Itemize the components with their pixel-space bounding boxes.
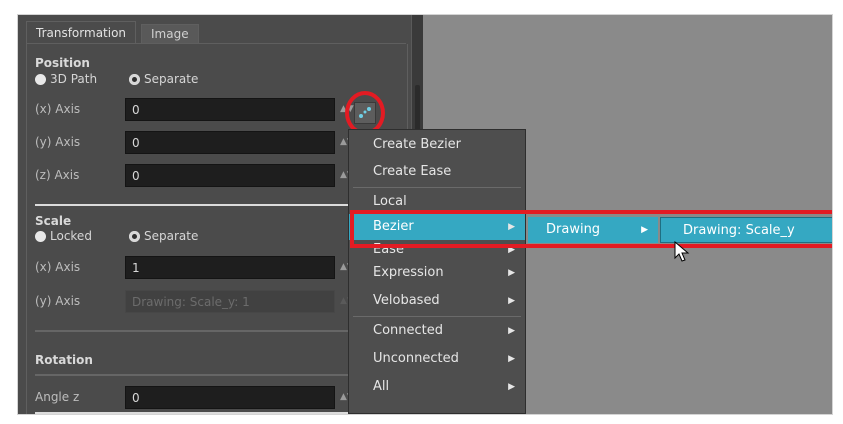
menu-item-create-ease[interactable]: Create Ease [349, 159, 525, 185]
submenu-arrow-icon: ▶ [508, 326, 515, 336]
menu-item-local[interactable]: Local [349, 189, 525, 211]
scale-y-field: Drawing: Scale_y: 1 [125, 290, 335, 313]
position-x-field[interactable]: 0 [125, 98, 335, 121]
menu-item-label: Create Bezier [373, 137, 462, 152]
position-y-label: (y) Axis [35, 135, 81, 149]
position-x-label: (x) Axis [35, 102, 81, 116]
rotation-angle-field[interactable]: 0 [125, 386, 335, 409]
menu-item-label: Create Ease [373, 164, 452, 179]
rotation-angle-label: Angle z [35, 390, 80, 404]
scale-y-label: (y) Axis [35, 294, 81, 308]
radio-3d-path-label: 3D Path [50, 72, 98, 86]
menu-item-label: All [373, 379, 390, 394]
scale-x-label: (x) Axis [35, 260, 81, 274]
menu-separator [353, 316, 521, 317]
annotation-red-box [350, 210, 832, 248]
submenu-arrow-icon: ▶ [508, 354, 515, 364]
menu-separator [353, 187, 521, 188]
screenshot-frame: Transformation Image Position 3D Path Se… [17, 14, 833, 415]
menu-item-expression[interactable]: Expression ▶ [349, 260, 525, 286]
position-z-field[interactable]: 0 [125, 164, 335, 187]
menu-item-label: Expression [373, 265, 444, 280]
scale-x-field[interactable]: 1 [125, 256, 335, 279]
tab-image[interactable]: Image [141, 24, 199, 44]
radio-separate-label: Separate [144, 72, 199, 86]
menu-item-velobased[interactable]: Velobased ▶ [349, 288, 525, 314]
mouse-pointer-icon [674, 241, 690, 262]
radio-3d-path[interactable]: 3D Path [35, 72, 97, 86]
radio-selected-icon [129, 74, 140, 85]
position-z-label: (z) Axis [35, 168, 80, 182]
submenu-arrow-icon: ▶ [508, 296, 515, 306]
radio-separate-position[interactable]: Separate [129, 72, 198, 86]
tab-transformation[interactable]: Transformation [26, 21, 137, 44]
radio-separate-label: Separate [144, 229, 199, 243]
radio-separate-scale[interactable]: Separate [129, 229, 198, 243]
radio-dot-icon [35, 231, 46, 242]
radio-locked[interactable]: Locked [35, 229, 92, 243]
radio-dot-icon [35, 74, 46, 85]
radio-selected-icon [129, 231, 140, 242]
submenu-arrow-icon: ▶ [508, 382, 515, 392]
menu-item-all[interactable]: All ▶ [349, 374, 525, 400]
radio-locked-label: Locked [50, 229, 92, 243]
submenu-arrow-icon: ▶ [508, 268, 515, 278]
menu-item-connected[interactable]: Connected ▶ [349, 318, 525, 344]
menu-item-label: Connected [373, 323, 444, 338]
scale-title: Scale [35, 214, 72, 228]
menu-item-label: Velobased [373, 293, 440, 308]
menu-item-create-bezier[interactable]: Create Bezier [349, 132, 525, 158]
menu-item-unconnected[interactable]: Unconnected ▶ [349, 346, 525, 372]
menu-item-label: Local [373, 194, 407, 209]
function-context-menu: Create Bezier Create Ease Local Bezier ▶ … [348, 129, 526, 414]
rotation-title: Rotation [35, 353, 93, 367]
position-y-field[interactable]: 0 [125, 131, 335, 154]
position-title: Position [35, 56, 90, 70]
menu-item-label: Unconnected [373, 351, 459, 366]
